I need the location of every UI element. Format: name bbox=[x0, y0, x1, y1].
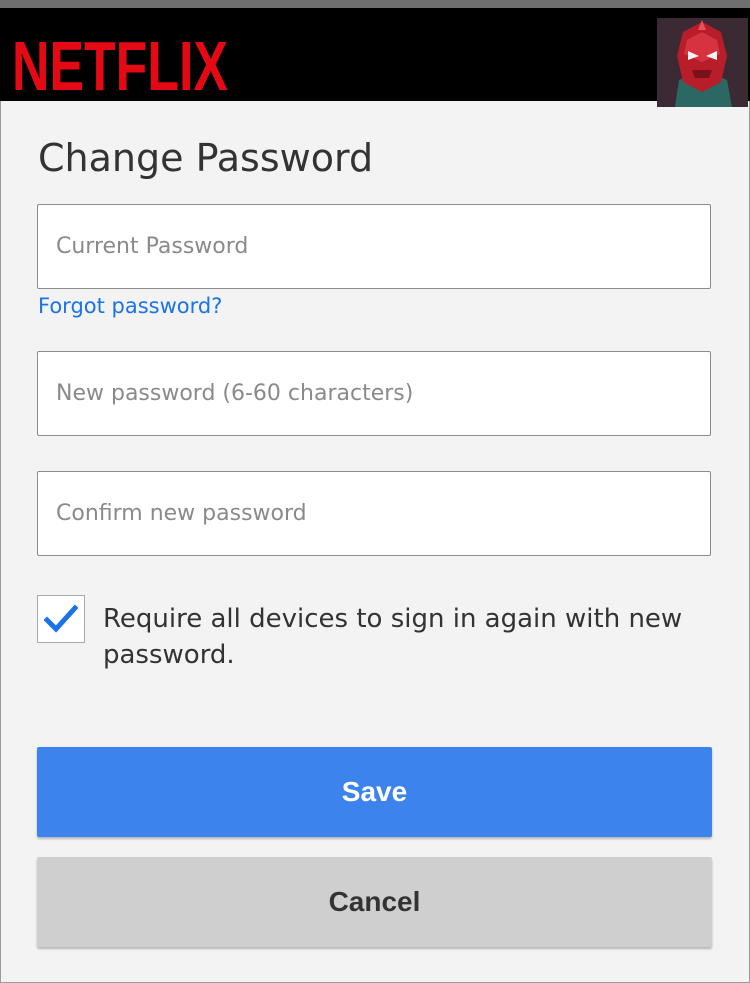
require-sign-in-checkbox[interactable] bbox=[37, 595, 85, 643]
status-strip bbox=[0, 0, 750, 8]
require-sign-in-label[interactable]: Require all devices to sign in again wit… bbox=[103, 601, 713, 673]
netflix-logo[interactable]: NETFLIX bbox=[12, 27, 230, 101]
checkmark-icon bbox=[44, 604, 78, 633]
cancel-button[interactable]: Cancel bbox=[37, 857, 712, 947]
current-password-input[interactable] bbox=[37, 204, 711, 289]
forgot-password-link[interactable]: Forgot password? bbox=[38, 294, 222, 318]
save-button[interactable]: Save bbox=[37, 747, 712, 837]
confirm-password-input[interactable] bbox=[37, 471, 711, 556]
netflix-logo-text: NETFLIX bbox=[12, 27, 228, 101]
page-title: Change Password bbox=[38, 136, 374, 180]
app-header: NETFLIX bbox=[0, 8, 750, 107]
new-password-input[interactable] bbox=[37, 351, 711, 436]
profile-avatar-icon[interactable] bbox=[657, 18, 748, 107]
